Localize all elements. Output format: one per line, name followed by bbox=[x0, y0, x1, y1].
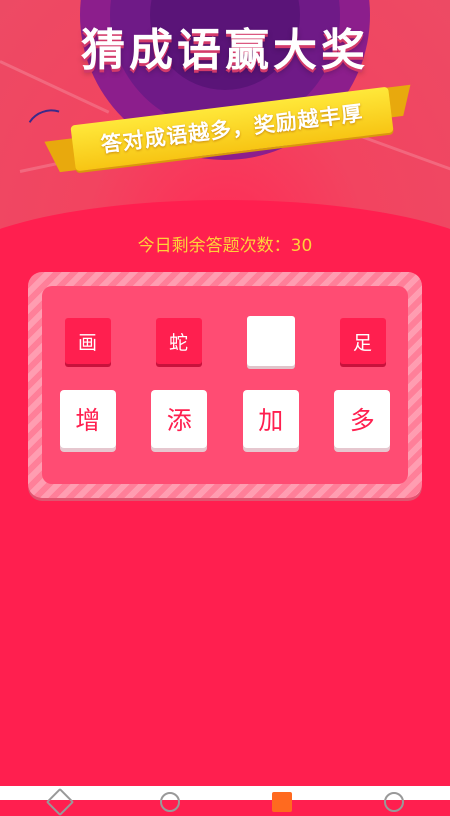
idiom-row: 画 蛇 足 bbox=[42, 316, 408, 366]
ribbon-banner: 答对成语越多，奖励越丰厚 bbox=[44, 84, 411, 183]
page-title: 猜成语赢大奖 bbox=[81, 25, 369, 76]
nav-item-game[interactable] bbox=[270, 786, 292, 812]
remaining-attempts: 今日剩余答题次数：30 bbox=[137, 236, 313, 256]
answer-blank-slot[interactable] bbox=[246, 316, 295, 366]
game-icon bbox=[272, 792, 292, 812]
hero-banner: 猜成语赢大奖 答对成语越多，奖励越丰厚 bbox=[0, 0, 450, 250]
option-button-4[interactable]: 多 bbox=[334, 390, 391, 448]
profile-icon bbox=[384, 792, 404, 812]
idiom-char-4: 足 bbox=[339, 318, 386, 364]
idiom-char-1: 画 bbox=[64, 318, 111, 364]
option-button-3[interactable]: 加 bbox=[242, 390, 299, 448]
option-row: 增 添 加 多 bbox=[42, 390, 408, 448]
bottom-nav bbox=[0, 786, 450, 816]
option-button-2[interactable]: 添 bbox=[151, 390, 208, 448]
home-icon bbox=[45, 787, 75, 816]
idiom-char-2: 蛇 bbox=[155, 318, 202, 364]
game-panel: 画 蛇 足 增 添 加 多 bbox=[28, 272, 422, 498]
message-icon bbox=[160, 792, 180, 812]
ribbon-text: 答对成语越多，奖励越丰厚 bbox=[99, 101, 365, 157]
game-panel-inner: 画 蛇 足 增 添 加 多 bbox=[42, 286, 408, 484]
option-button-1[interactable]: 增 bbox=[59, 390, 116, 448]
nav-item-profile[interactable] bbox=[382, 786, 404, 812]
nav-item-home[interactable] bbox=[45, 786, 75, 816]
nav-item-messages[interactable] bbox=[158, 786, 180, 812]
